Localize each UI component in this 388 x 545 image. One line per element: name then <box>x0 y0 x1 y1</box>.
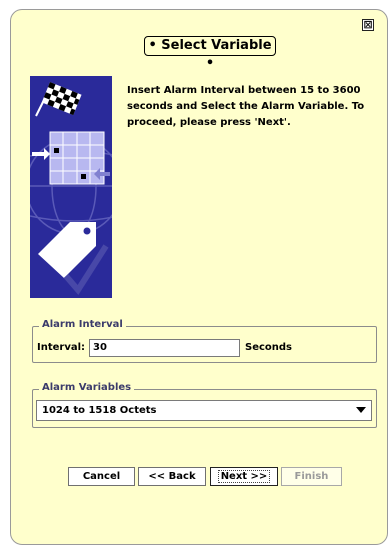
back-button[interactable]: << Back <box>138 467 206 486</box>
close-icon[interactable]: ⊠ <box>362 19 374 31</box>
window: ⊠ • Select Variable • Insert Alarm Inter… <box>0 0 388 545</box>
finish-button: Finish <box>281 467 342 486</box>
instructions-text: Insert Alarm Interval between 15 to 3600… <box>127 85 365 128</box>
cancel-button[interactable]: Cancel <box>68 467 135 486</box>
next-button[interactable]: Next >> <box>210 467 278 486</box>
alarm-variables-legend: Alarm Variables <box>39 382 135 393</box>
table-grid-icon <box>49 131 105 185</box>
chevron-down-icon[interactable] <box>356 407 366 413</box>
next-button-label: Next >> <box>217 470 271 483</box>
alarm-interval-legend: Alarm Interval <box>39 319 126 330</box>
interval-input[interactable]: 30 <box>89 339 240 357</box>
interval-unit-label: Seconds <box>245 342 293 353</box>
alarm-variable-dropdown[interactable]: 1024 to 1518 Octets <box>36 400 372 421</box>
dialog-title: • Select Variable • <box>144 36 276 71</box>
interval-label: Interval: <box>37 342 86 353</box>
alarm-variable-selected: 1024 to 1518 Octets <box>42 405 157 416</box>
wizard-illustration <box>30 76 112 298</box>
wizard-illustration-graphic <box>30 76 112 298</box>
